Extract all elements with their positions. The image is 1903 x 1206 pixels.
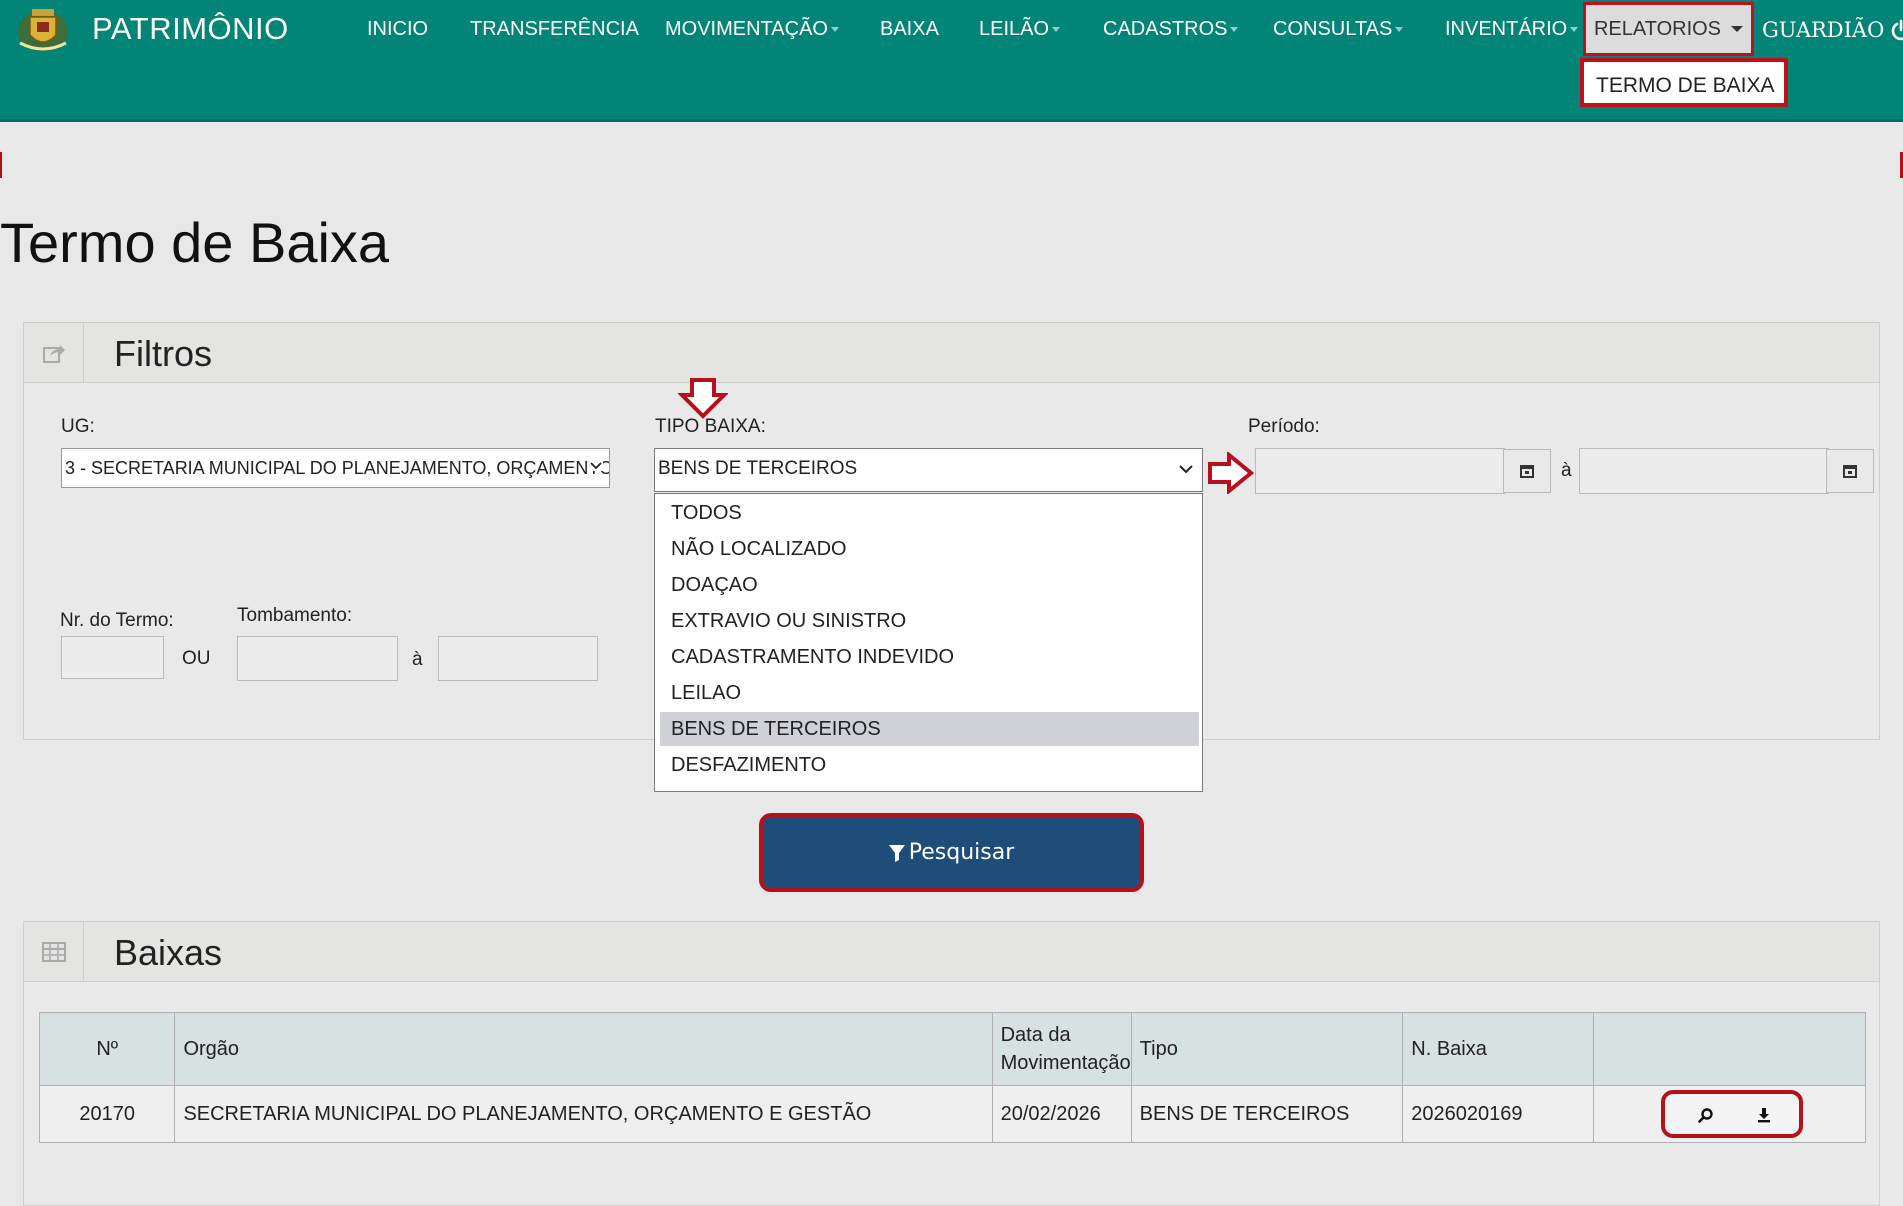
nav-baixa[interactable]: BAIXA — [880, 18, 939, 41]
nav-cadastros[interactable]: CADASTROS — [1103, 18, 1239, 41]
share-icon — [24, 323, 84, 383]
tombamento-end-input[interactable] — [438, 636, 598, 681]
results-title: Baixas — [114, 932, 223, 973]
ug-label: UG: — [61, 416, 95, 437]
tipo-baixa-label: TIPO BAIXA: — [655, 416, 766, 437]
option-leilao[interactable]: LEILAO — [660, 676, 1199, 710]
col-header-data-line2: Movimentação — [1000, 1052, 1131, 1074]
nav-inicio[interactable]: INICIO — [367, 18, 428, 41]
nav-consultas[interactable]: CONSULTAS — [1273, 18, 1404, 41]
nr-termo-label: Nr. do Termo: — [60, 610, 174, 631]
brand-title: PATRIMÔNIO — [92, 11, 289, 46]
cell-data: 20/02/2026 — [991, 1085, 1132, 1143]
option-extravio-ou-sinistro[interactable]: EXTRAVIO OU SINISTRO — [660, 604, 1199, 638]
chevron-down-icon — [1179, 465, 1193, 474]
brand[interactable]: PATRIMÔNIO — [14, 4, 289, 54]
col-header-actions — [1592, 1012, 1867, 1086]
periodo-label: Período: — [1248, 416, 1320, 437]
filter-icon — [888, 844, 905, 862]
tipo-baixa-select-value: BENS DE TERCEIROS — [658, 458, 858, 479]
col-header-tipo: Tipo — [1130, 1012, 1404, 1086]
filters-panel-header: Filtros — [24, 323, 1879, 383]
top-navbar: PATRIMÔNIO INICIO TRANSFERÊNCIA MOVIMENT… — [0, 0, 1903, 122]
tipo-baixa-options: TODOS NÃO LOCALIZADO DOAÇAO EXTRAVIO OU … — [654, 493, 1203, 792]
col-header-no: Nº — [38, 1012, 176, 1086]
tombamento-label: Tombamento: — [237, 605, 353, 626]
col-header-n-baixa: N. Baixa — [1402, 1012, 1594, 1086]
caret-down-icon — [1731, 26, 1744, 32]
ou-label: OU — [182, 648, 211, 669]
table-row: 20170 SECRETARIA MUNICIPAL DO PLANEJAMEN… — [38, 1085, 1867, 1143]
nav-baixa-label: BAIXA — [880, 18, 939, 40]
periodo-separator: à — [1561, 460, 1572, 481]
coat-of-arms-logo — [14, 4, 72, 54]
col-header-data: Data da Movimentação — [991, 1012, 1132, 1086]
results-panel-header: Baixas — [24, 922, 1879, 982]
cell-orgao: SECRETARIA MUNICIPAL DO PLANEJAMENTO, OR… — [174, 1085, 993, 1143]
option-nao-localizado[interactable]: NÃO LOCALIZADO — [660, 532, 1199, 566]
view-search-icon[interactable] — [1695, 1104, 1717, 1126]
row-actions — [1661, 1090, 1803, 1138]
nav-relatorios[interactable]: RELATORIOS — [1583, 2, 1754, 56]
user-name: GUARDIÃO — [1762, 18, 1885, 42]
page-title: Termo de Baixa — [0, 211, 390, 274]
nav-cadastros-label: CADASTROS — [1103, 18, 1228, 40]
nav-movimentacao-label: MOVIMENTAÇÃO — [665, 18, 828, 40]
search-button-label: Pesquisar — [908, 840, 1015, 865]
results-table: Nº Orgão Data da Movimentação Tipo N. Ba… — [38, 1012, 1867, 1143]
chevron-down-icon — [589, 461, 603, 471]
filters-title: Filtros — [114, 333, 212, 374]
menu-item-label: TERMO DE BAIXA — [1596, 74, 1775, 97]
annotation-arrow-right-icon — [1208, 452, 1255, 494]
cell-n-baixa: 2026020169 — [1402, 1085, 1594, 1143]
option-doacao[interactable]: DOAÇAO — [660, 568, 1199, 602]
caret-down-icon — [830, 27, 839, 33]
nav-relatorios-label: RELATORIOS — [1593, 17, 1722, 40]
nav-consultas-label: CONSULTAS — [1273, 18, 1393, 40]
nav-leilao[interactable]: LEILÃO — [979, 18, 1061, 41]
nav-inventario-label: INVENTÁRIO — [1445, 18, 1568, 40]
option-bens-de-terceiros[interactable]: BENS DE TERCEIROS — [660, 712, 1199, 746]
menu-item-termo-de-baixa[interactable]: TERMO DE BAIXA — [1580, 58, 1788, 107]
user-menu[interactable]: GUARDIÃO — [1762, 18, 1903, 42]
periodo-end-input[interactable] — [1579, 448, 1829, 494]
tombamento-start-input[interactable] — [237, 636, 398, 681]
option-todos[interactable]: TODOS — [660, 496, 1199, 530]
table-header-row: Nº Orgão Data da Movimentação Tipo N. Ba… — [38, 1012, 1867, 1086]
periodo-start-input[interactable] — [1255, 448, 1505, 494]
option-cadastramento-indevido[interactable]: CADASTRAMENTO INDEVIDO — [660, 640, 1199, 674]
cell-tipo: BENS DE TERCEIROS — [1130, 1085, 1404, 1143]
calendar-icon[interactable] — [1826, 449, 1874, 493]
col-header-orgao: Orgão — [174, 1012, 993, 1086]
tombamento-separator: à — [412, 649, 423, 670]
cell-no: 20170 — [38, 1085, 176, 1143]
nav-inventario[interactable]: INVENTÁRIO — [1445, 18, 1579, 41]
ug-select[interactable]: 3 - SECRETARIA MUNICIPAL DO PLANEJAMENTO… — [61, 448, 610, 488]
calendar-icon[interactable] — [1503, 449, 1551, 493]
download-icon[interactable] — [1753, 1104, 1775, 1126]
nav-movimentacao[interactable]: MOVIMENTAÇÃO — [665, 18, 839, 41]
edge-marker — [0, 152, 2, 178]
nav-transferencia[interactable]: TRANSFERÊNCIA — [470, 18, 639, 41]
power-icon[interactable] — [1890, 19, 1903, 41]
option-desfazimento[interactable]: DESFAZIMENTO — [660, 748, 1199, 782]
nav-inicio-label: INICIO — [367, 18, 429, 40]
tipo-baixa-select[interactable]: BENS DE TERCEIROS — [654, 448, 1203, 492]
nav-leilao-label: LEILÃO — [979, 18, 1050, 40]
table-icon — [24, 922, 84, 982]
caret-down-icon — [1570, 27, 1579, 33]
caret-down-icon — [1395, 27, 1404, 33]
annotation-arrow-down-icon — [678, 378, 728, 419]
caret-down-icon — [1230, 27, 1239, 33]
caret-down-icon — [1052, 27, 1061, 33]
col-header-data-line1: Data da — [1000, 1024, 1071, 1046]
nav-transferencia-label: TRANSFERÊNCIA — [470, 18, 639, 40]
ug-select-value: 3 - SECRETARIA MUNICIPAL DO PLANEJAMENTO… — [65, 458, 610, 478]
nr-termo-input[interactable] — [61, 636, 164, 679]
search-button[interactable]: Pesquisar — [759, 813, 1144, 892]
